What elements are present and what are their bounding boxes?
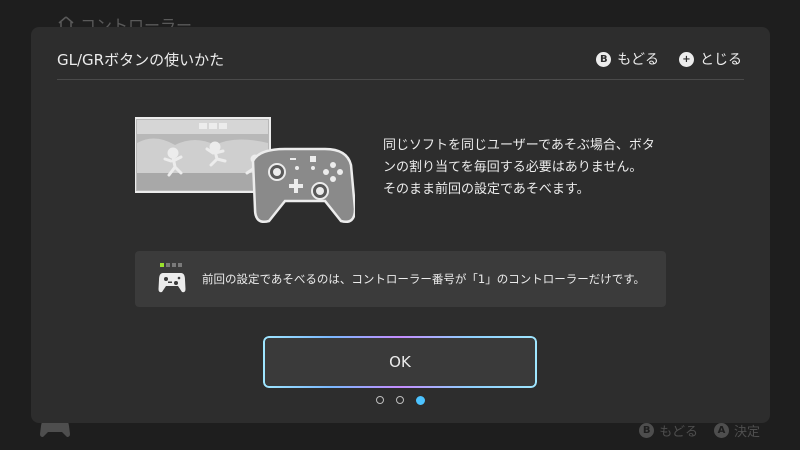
page-dot-2[interactable]	[396, 396, 404, 404]
ok-button[interactable]: OK	[265, 338, 535, 386]
header-divider	[57, 79, 744, 80]
b-button-icon: B	[596, 51, 612, 67]
background-hint-confirm-label: 決定	[733, 425, 760, 440]
background-hint-back: B もどる	[639, 421, 698, 440]
pro-controller-illustration	[134, 115, 357, 231]
close-button[interactable]: + とじる	[679, 49, 742, 69]
ok-button-label: OK	[389, 353, 411, 371]
dialog-header: GL/GRボタンの使いかた B もどる + とじる	[31, 27, 770, 80]
plus-button-icon: +	[679, 51, 694, 67]
help-dialog: GL/GRボタンの使いかた B もどる + とじる 同じソフトを同じユーザーであ…	[31, 27, 770, 423]
close-button-label: とじる	[700, 52, 742, 68]
page-dot-3-active[interactable]	[416, 395, 425, 405]
player-one-controller-icon	[158, 263, 186, 299]
back-button-label: もどる	[617, 52, 659, 68]
description-line: そのまま前回の設定であそべます。	[383, 182, 590, 197]
dialog-title: GL/GRボタンの使いかた	[57, 51, 225, 69]
note-text: 前回の設定であそべるのは、コントローラー番号が「1」のコントローラーだけです。	[202, 272, 646, 286]
page-indicator	[31, 395, 770, 405]
description-line: ンの割り当てを毎回する必要はありません。	[383, 160, 643, 175]
back-button[interactable]: B もどる	[596, 49, 659, 69]
description-line: 同じソフトを同じユーザーであそぶ場合、ボタ	[383, 138, 655, 153]
background-hint-confirm: A 決定	[713, 421, 760, 440]
background-hint-back-label: もどる	[659, 425, 698, 440]
page-dot-1[interactable]	[376, 396, 384, 404]
b-button-icon: B	[639, 423, 655, 438]
note-box: 前回の設定であそべるのは、コントローラー番号が「1」のコントローラーだけです。	[135, 251, 666, 307]
a-button-icon: A	[713, 423, 729, 438]
description: 同じソフトを同じユーザーであそぶ場合、ボタ ンの割り当てを毎回する必要はありませ…	[383, 135, 713, 201]
background-footer: B もどる A 決定	[0, 419, 800, 450]
header-actions: B もどる + とじる	[596, 49, 742, 69]
